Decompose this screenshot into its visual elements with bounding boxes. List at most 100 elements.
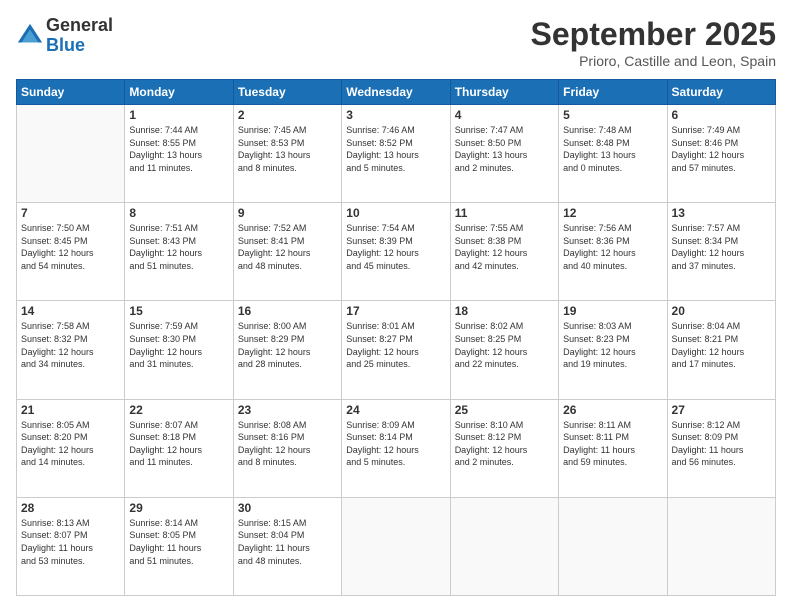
- day-info: Sunrise: 8:00 AM Sunset: 8:29 PM Dayligh…: [238, 320, 337, 370]
- day-number: 1: [129, 108, 228, 122]
- calendar-cell: 27Sunrise: 8:12 AM Sunset: 8:09 PM Dayli…: [667, 399, 775, 497]
- calendar-cell: 22Sunrise: 8:07 AM Sunset: 8:18 PM Dayli…: [125, 399, 233, 497]
- day-number: 28: [21, 501, 120, 515]
- day-info: Sunrise: 7:56 AM Sunset: 8:36 PM Dayligh…: [563, 222, 662, 272]
- day-info: Sunrise: 8:15 AM Sunset: 8:04 PM Dayligh…: [238, 517, 337, 567]
- day-info: Sunrise: 8:04 AM Sunset: 8:21 PM Dayligh…: [672, 320, 771, 370]
- logo-text: General Blue: [46, 16, 113, 56]
- day-info: Sunrise: 8:02 AM Sunset: 8:25 PM Dayligh…: [455, 320, 554, 370]
- day-info: Sunrise: 7:49 AM Sunset: 8:46 PM Dayligh…: [672, 124, 771, 174]
- calendar-cell: 21Sunrise: 8:05 AM Sunset: 8:20 PM Dayli…: [17, 399, 125, 497]
- day-number: 22: [129, 403, 228, 417]
- page: General Blue September 2025 Prioro, Cast…: [0, 0, 792, 612]
- calendar-cell: 11Sunrise: 7:55 AM Sunset: 8:38 PM Dayli…: [450, 203, 558, 301]
- calendar-cell: 7 Sunrise: 7:50 AM Sunset: 8:45 PM Daylig…: [17, 203, 125, 301]
- day-number: 12: [563, 206, 662, 220]
- day-number: 21: [21, 403, 120, 417]
- calendar-cell: [17, 105, 125, 203]
- calendar-cell: 10 Sunrise: 7:54 AM Sunset: 8:39 PM Dayli…: [342, 203, 450, 301]
- day-info: Sunrise: 8:11 AM Sunset: 8:11 PM Dayligh…: [563, 419, 662, 469]
- calendar-cell: 23 Sunrise: 8:08 AM Sunset: 8:16 PM Dayli…: [233, 399, 341, 497]
- calendar-cell: 15 Sunrise: 7:59 AM Sunset: 8:30 PM Dayli…: [125, 301, 233, 399]
- calendar-cell: 2 Sunrise: 7:45 AM Sunset: 8:53 PM Daylig…: [233, 105, 341, 203]
- day-info: Sunrise: 8:14 AM Sunset: 8:05 PM Dayligh…: [129, 517, 228, 567]
- calendar-cell: 13Sunrise: 7:57 AM Sunset: 8:34 PM Dayli…: [667, 203, 775, 301]
- calendar-cell: 24Sunrise: 8:09 AM Sunset: 8:14 PM Dayli…: [342, 399, 450, 497]
- calendar-cell: 28Sunrise: 8:13 AM Sunset: 8:07 PM Dayli…: [17, 497, 125, 595]
- day-info: Sunrise: 7:44 AM Sunset: 8:55 PM Dayligh…: [129, 124, 228, 174]
- calendar-cell: [450, 497, 558, 595]
- day-number: 15: [129, 304, 228, 318]
- calendar-week-2: 14 Sunrise: 7:58 AM Sunset: 8:32 PM Dayli…: [17, 301, 776, 399]
- calendar-table: Sunday Monday Tuesday Wednesday Thursday…: [16, 79, 776, 596]
- day-number: 5: [563, 108, 662, 122]
- calendar-cell: 20Sunrise: 8:04 AM Sunset: 8:21 PM Dayli…: [667, 301, 775, 399]
- day-number: 3: [346, 108, 445, 122]
- day-number: 4: [455, 108, 554, 122]
- calendar-cell: 30 Sunrise: 8:15 AM Sunset: 8:04 PM Dayli…: [233, 497, 341, 595]
- day-info: Sunrise: 7:50 AM Sunset: 8:45 PM Dayligh…: [21, 222, 120, 272]
- day-info: Sunrise: 7:52 AM Sunset: 8:41 PM Dayligh…: [238, 222, 337, 272]
- day-number: 24: [346, 403, 445, 417]
- day-info: Sunrise: 8:03 AM Sunset: 8:23 PM Dayligh…: [563, 320, 662, 370]
- calendar-cell: 8 Sunrise: 7:51 AM Sunset: 8:43 PM Daylig…: [125, 203, 233, 301]
- calendar-cell: 14 Sunrise: 7:58 AM Sunset: 8:32 PM Dayli…: [17, 301, 125, 399]
- day-info: Sunrise: 7:48 AM Sunset: 8:48 PM Dayligh…: [563, 124, 662, 174]
- calendar-cell: 4 Sunrise: 7:47 AM Sunset: 8:50 PM Daylig…: [450, 105, 558, 203]
- col-monday: Monday: [125, 80, 233, 105]
- day-number: 11: [455, 206, 554, 220]
- logo-blue-text: Blue: [46, 36, 113, 56]
- day-number: 7: [21, 206, 120, 220]
- calendar-cell: 6Sunrise: 7:49 AM Sunset: 8:46 PM Daylig…: [667, 105, 775, 203]
- calendar-cell: 1 Sunrise: 7:44 AM Sunset: 8:55 PM Daylig…: [125, 105, 233, 203]
- day-number: 10: [346, 206, 445, 220]
- day-number: 18: [455, 304, 554, 318]
- day-info: Sunrise: 7:54 AM Sunset: 8:39 PM Dayligh…: [346, 222, 445, 272]
- day-info: Sunrise: 7:51 AM Sunset: 8:43 PM Dayligh…: [129, 222, 228, 272]
- calendar-body: 1 Sunrise: 7:44 AM Sunset: 8:55 PM Daylig…: [17, 105, 776, 596]
- calendar-cell: 18 Sunrise: 8:02 AM Sunset: 8:25 PM Dayli…: [450, 301, 558, 399]
- calendar-cell: 26 Sunrise: 8:11 AM Sunset: 8:11 PM Dayli…: [559, 399, 667, 497]
- calendar-week-0: 1 Sunrise: 7:44 AM Sunset: 8:55 PM Daylig…: [17, 105, 776, 203]
- day-info: Sunrise: 8:08 AM Sunset: 8:16 PM Dayligh…: [238, 419, 337, 469]
- col-saturday: Saturday: [667, 80, 775, 105]
- calendar-cell: 16 Sunrise: 8:00 AM Sunset: 8:29 PM Dayli…: [233, 301, 341, 399]
- calendar-cell: 3 Sunrise: 7:46 AM Sunset: 8:52 PM Daylig…: [342, 105, 450, 203]
- calendar-header: Sunday Monday Tuesday Wednesday Thursday…: [17, 80, 776, 105]
- calendar-cell: 29 Sunrise: 8:14 AM Sunset: 8:05 PM Dayli…: [125, 497, 233, 595]
- day-info: Sunrise: 7:47 AM Sunset: 8:50 PM Dayligh…: [455, 124, 554, 174]
- calendar-week-1: 7 Sunrise: 7:50 AM Sunset: 8:45 PM Daylig…: [17, 203, 776, 301]
- day-number: 29: [129, 501, 228, 515]
- calendar-week-4: 28Sunrise: 8:13 AM Sunset: 8:07 PM Dayli…: [17, 497, 776, 595]
- day-number: 13: [672, 206, 771, 220]
- logo-icon: [16, 22, 44, 50]
- day-number: 26: [563, 403, 662, 417]
- header-row: Sunday Monday Tuesday Wednesday Thursday…: [17, 80, 776, 105]
- calendar-cell: 5 Sunrise: 7:48 AM Sunset: 8:48 PM Daylig…: [559, 105, 667, 203]
- location: Prioro, Castille and Leon, Spain: [531, 53, 776, 69]
- calendar-cell: 17Sunrise: 8:01 AM Sunset: 8:27 PM Dayli…: [342, 301, 450, 399]
- calendar-week-3: 21Sunrise: 8:05 AM Sunset: 8:20 PM Dayli…: [17, 399, 776, 497]
- day-number: 30: [238, 501, 337, 515]
- calendar-cell: 25Sunrise: 8:10 AM Sunset: 8:12 PM Dayli…: [450, 399, 558, 497]
- col-thursday: Thursday: [450, 80, 558, 105]
- col-friday: Friday: [559, 80, 667, 105]
- day-info: Sunrise: 7:58 AM Sunset: 8:32 PM Dayligh…: [21, 320, 120, 370]
- day-info: Sunrise: 7:46 AM Sunset: 8:52 PM Dayligh…: [346, 124, 445, 174]
- day-number: 23: [238, 403, 337, 417]
- day-number: 9: [238, 206, 337, 220]
- calendar-cell: [342, 497, 450, 595]
- day-number: 14: [21, 304, 120, 318]
- day-number: 16: [238, 304, 337, 318]
- day-number: 8: [129, 206, 228, 220]
- day-info: Sunrise: 7:45 AM Sunset: 8:53 PM Dayligh…: [238, 124, 337, 174]
- logo: General Blue: [16, 16, 113, 56]
- month-title: September 2025: [531, 16, 776, 53]
- day-number: 19: [563, 304, 662, 318]
- title-area: September 2025 Prioro, Castille and Leon…: [531, 16, 776, 69]
- day-number: 25: [455, 403, 554, 417]
- calendar-cell: 9 Sunrise: 7:52 AM Sunset: 8:41 PM Daylig…: [233, 203, 341, 301]
- day-number: 2: [238, 108, 337, 122]
- calendar-cell: 12 Sunrise: 7:56 AM Sunset: 8:36 PM Dayli…: [559, 203, 667, 301]
- day-info: Sunrise: 7:59 AM Sunset: 8:30 PM Dayligh…: [129, 320, 228, 370]
